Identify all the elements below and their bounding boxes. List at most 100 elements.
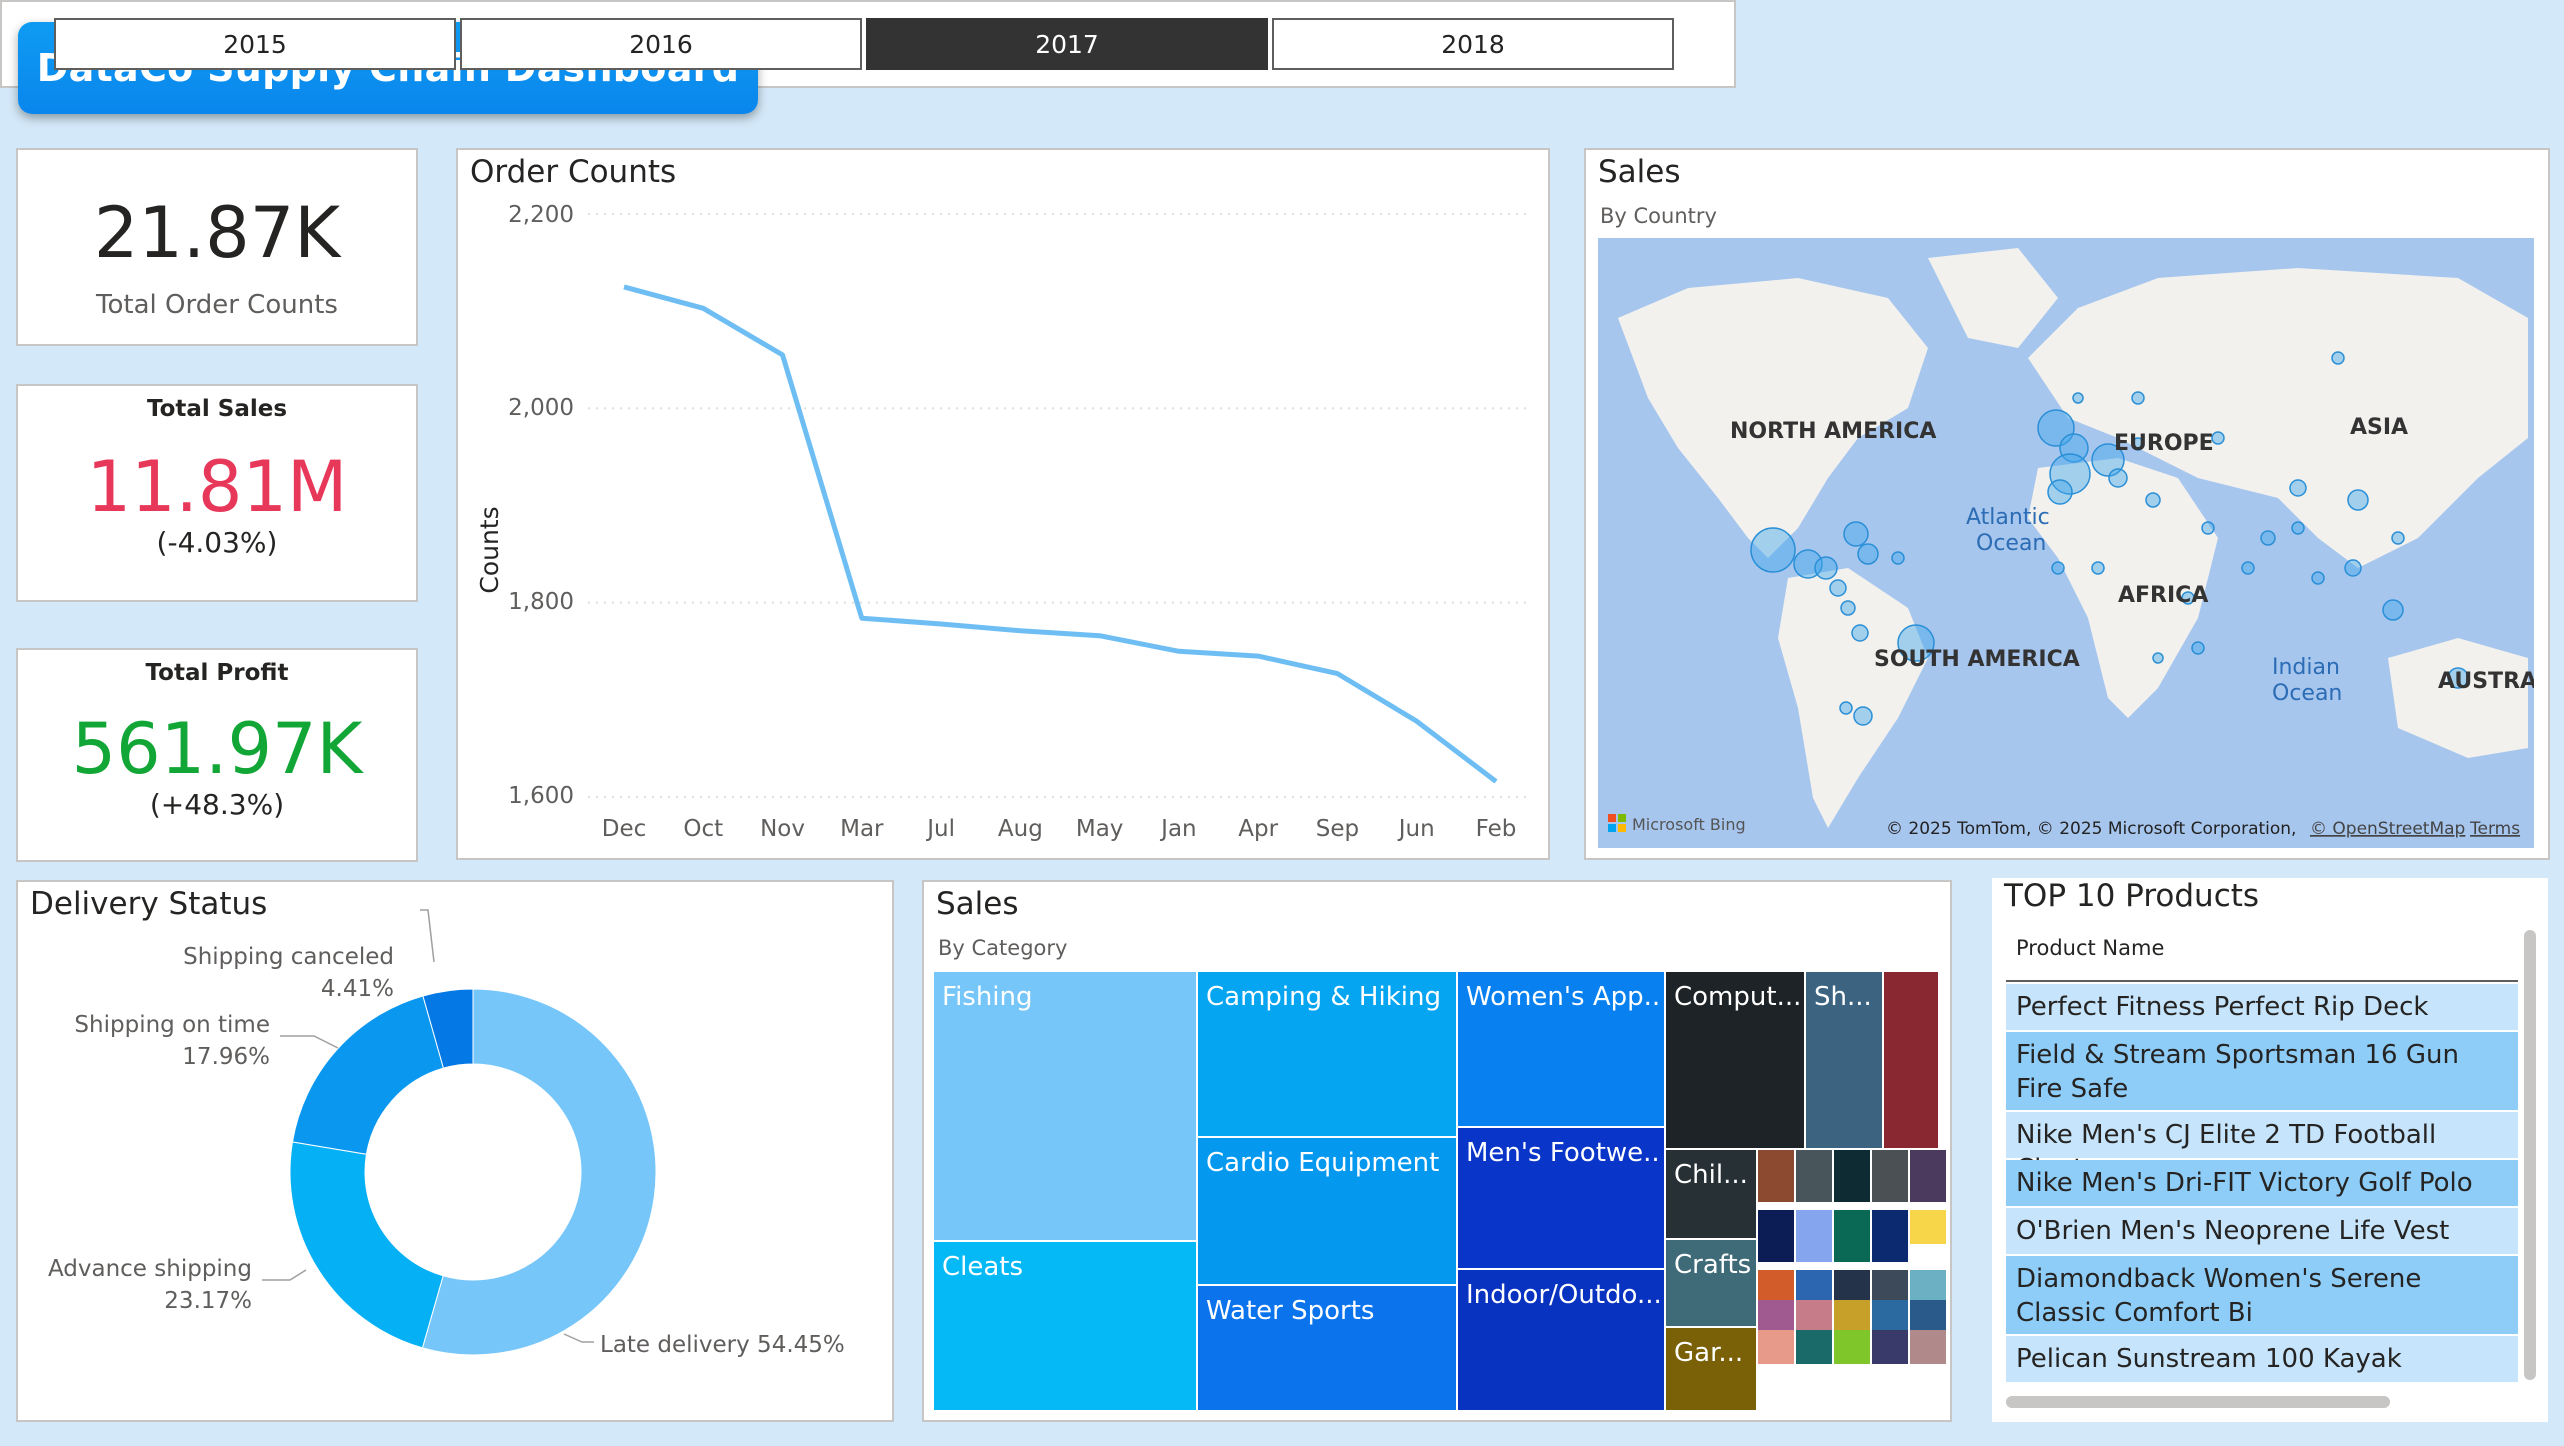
treemap-tile[interactable] [1796,1210,1832,1262]
product-row[interactable]: Pelican Sunstream 100 Kayak [2006,1336,2518,1382]
x-tick: Nov [760,816,805,842]
product-row[interactable]: Diamondback Women's Serene Classic Comfo… [2006,1256,2518,1334]
product-row[interactable]: Nike Men's Dri-FIT Victory Golf Polo [2006,1160,2518,1206]
year-button-2018[interactable]: 2018 [1272,18,1674,70]
sales-bubble [2191,641,2205,655]
treemap-tile[interactable]: Camping & Hiking [1198,972,1456,1136]
kpi-total-sales: Total Sales 11.81M (-4.03%) [16,384,418,602]
treemap-tile[interactable] [1758,1330,1794,1364]
treemap-tile[interactable] [1872,1150,1908,1202]
product-row[interactable]: Field & Stream Sportsman 16 Gun Fire Saf… [2006,1032,2518,1110]
category-subtitle: By Category [938,936,1068,960]
label-atlantic-ocean: Ocean [1976,531,2046,556]
treemap-tile[interactable]: Indoor/Outdo... [1458,1270,1664,1410]
treemap-tile[interactable]: Women's App... [1458,972,1664,1126]
world-map[interactable]: NORTH AMERICA EUROPE ASIA AFRICA SOUTH A… [1598,238,2534,848]
sales-bubble [2260,530,2276,546]
label-atlantic: Atlantic [1966,505,2050,530]
product-row[interactable]: O'Brien Men's Neoprene Life Vest [2006,1208,2518,1254]
map-attribution: © 2025 TomTom, © 2025 Microsoft Corporat… [1886,819,2296,839]
map-subtitle: By Country [1600,204,1717,228]
label-indian: Indian [2272,655,2340,680]
treemap-tile[interactable]: Chil... [1666,1150,1756,1238]
sales-bubble [2091,561,2105,575]
kpi-orders-value: 21.87K [93,192,341,274]
treemap-tile[interactable]: Cardio Equipment [1198,1138,1456,1284]
y-axis-label: Counts [475,506,504,593]
treemap-tile[interactable] [1796,1330,1832,1364]
treemap-tile[interactable] [1872,1270,1908,1304]
y-tick: 1,600 [508,783,574,809]
delivery-donut: Shipping canceled 4.41% Shipping on time… [48,909,845,1358]
x-tick: May [1076,816,1124,842]
order-line-plot: 2,200 2,000 1,800 1,600 Counts Dec Oct Nov… [475,202,1528,842]
treemap-tile[interactable]: Water Sports [1198,1286,1456,1410]
treemap-tile[interactable]: Fishing [934,972,1196,1240]
treemap-tile[interactable] [1758,1270,1794,1304]
treemap-tile[interactable]: Comput... [1666,972,1804,1148]
y-tick: 2,200 [508,202,574,228]
treemap-tile[interactable] [1872,1300,1908,1334]
treemap-tile-label: Water Sports [1206,1296,1375,1326]
sales-bubble [2072,392,2084,404]
treemap-tile[interactable] [1910,1300,1946,1334]
label-advance-pct: 23.17% [164,1288,252,1314]
treemap-tile[interactable] [1910,1270,1946,1304]
category-treemap-card: Sales By Category Fishing Cleats Camping &… [922,880,1952,1422]
treemap-tile[interactable] [1884,972,1938,1148]
order-counts-chart: Order Counts 2,200 2,000 1,800 1,600 Cou… [456,148,1550,860]
label-asia: ASIA [2350,415,2408,440]
terms-link[interactable]: Terms [2469,819,2520,839]
treemap-tile[interactable] [1758,1210,1794,1262]
treemap-tile[interactable] [1834,1300,1870,1334]
product-row[interactable]: Perfect Fitness Perfect Rip Deck [2006,984,2518,1030]
year-button-2015[interactable]: 2015 [54,18,456,70]
year-button-2016[interactable]: 2016 [460,18,862,70]
sales-bubble [2391,531,2405,545]
x-tick: Mar [840,816,884,842]
x-tick: Jul [925,816,955,842]
order-count-series-line [623,284,1498,784]
kpi-profit-value: 561.97K [71,708,363,790]
treemap-tile-label: Gar... [1674,1338,1744,1368]
label-north-america: NORTH AMERICA [1730,419,1936,444]
year-button-2017[interactable]: 2017 [866,18,1268,70]
treemap-tile[interactable] [1834,1210,1870,1262]
vertical-scrollbar[interactable] [2524,930,2536,1380]
kpi-sales-value: 11.81M [86,446,348,528]
x-tick: Apr [1238,816,1278,842]
delivery-status-card: Delivery Status Shipping canceled 4.41% … [16,880,894,1422]
treemap-tile[interactable]: Men's Footwe... [1458,1128,1664,1268]
treemap-tile[interactable] [1834,1270,1870,1304]
kpi-sales-label: Total Sales [146,396,288,422]
treemap-tile[interactable] [1834,1150,1870,1202]
treemap-tile[interactable] [1758,1300,1794,1334]
map-title: Sales [1598,154,1681,190]
products-header[interactable]: Product Name [2016,936,2164,960]
sales-bubble [2108,468,2128,488]
sales-bubble [2152,652,2164,664]
treemap-tile[interactable] [1872,1210,1908,1262]
horizontal-scrollbar[interactable] [2006,1396,2390,1408]
treemap-tile[interactable] [1834,1330,1870,1364]
label-late: Late delivery 54.45% [600,1332,845,1358]
sales-bubble [2291,521,2305,535]
treemap-tile[interactable] [1910,1150,1946,1202]
treemap-tile[interactable] [1910,1330,1946,1364]
product-row[interactable]: Nike Men's CJ Elite 2 TD Football Cleat [2006,1112,2518,1184]
treemap-tile[interactable] [1758,1150,1794,1202]
osm-link[interactable]: © OpenStreetMap [2310,819,2465,839]
label-canceled-pct: 4.41% [321,976,394,1002]
treemap-tile-label: Cleats [942,1252,1024,1282]
treemap-tile[interactable] [1796,1150,1832,1202]
products-list[interactable]: Perfect Fitness Perfect Rip Deck Field & … [2006,984,2518,1404]
treemap-tile[interactable] [1910,1210,1946,1244]
treemap-tile[interactable] [1872,1330,1908,1364]
treemap-tile[interactable]: Cleats [934,1242,1196,1410]
treemap-tile[interactable]: Crafts [1666,1240,1756,1326]
treemap-tile[interactable]: Sh... [1806,972,1882,1148]
treemap-tile[interactable] [1796,1300,1832,1334]
treemap-tile[interactable] [1796,1270,1832,1304]
treemap-tile[interactable]: Gar... [1666,1328,1756,1410]
sales-bubble [2331,351,2345,365]
